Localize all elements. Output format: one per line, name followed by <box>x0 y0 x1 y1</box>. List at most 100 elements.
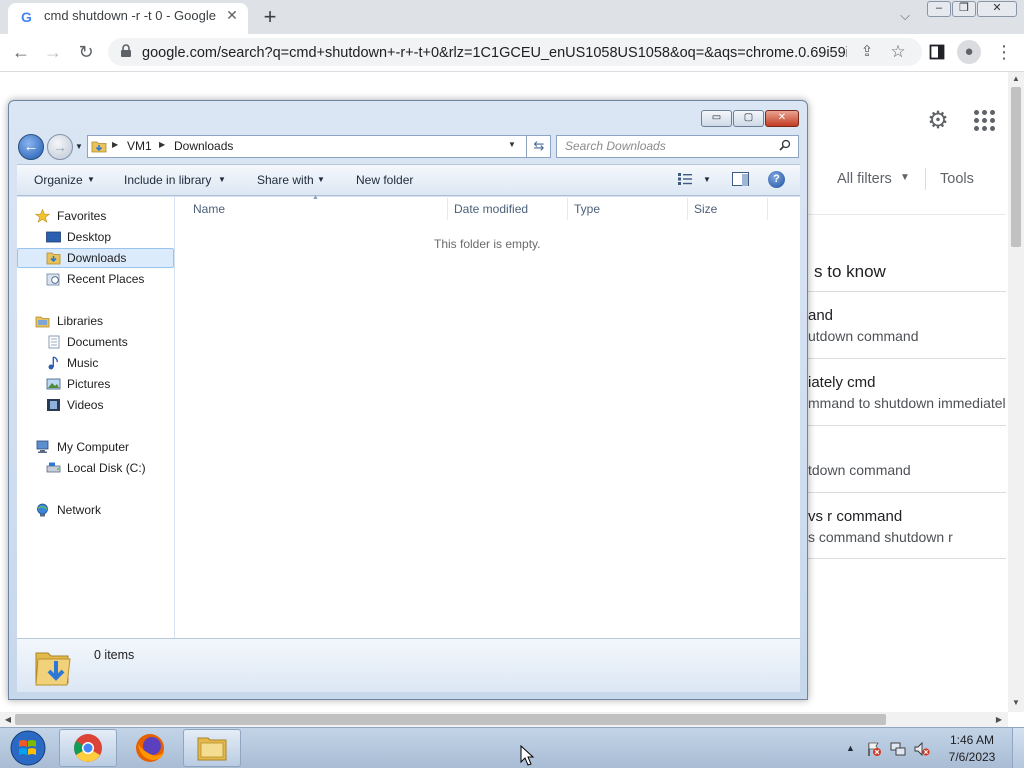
forward-arrow-icon[interactable]: → <box>42 41 64 63</box>
back-arrow-icon[interactable]: ← <box>18 134 44 160</box>
nav-my-computer[interactable]: My Computer <box>17 437 174 457</box>
result-title[interactable]: vs r command <box>808 507 902 526</box>
window-restore-button[interactable]: ❐ <box>952 1 976 17</box>
explorer-minimize-button[interactable]: ▭ <box>701 110 732 127</box>
breadcrumb-item[interactable]: VM1 <box>127 139 152 153</box>
apps-grid-icon[interactable] <box>972 108 998 134</box>
result-subtitle: tdown command <box>808 462 911 478</box>
caret-down-icon[interactable]: ▼ <box>703 175 711 184</box>
star-icon[interactable]: ☆ <box>887 41 909 63</box>
recent-pages-dropdown-icon[interactable]: ▼ <box>75 142 83 151</box>
column-header-size[interactable]: Size <box>694 202 717 216</box>
windows-explorer-icon[interactable] <box>183 729 241 767</box>
column-divider[interactable] <box>567 198 568 220</box>
organize-button[interactable]: Organize <box>34 173 83 187</box>
scroll-up-arrow-icon[interactable]: ▲ <box>1008 74 1024 84</box>
column-header-name[interactable]: Name <box>193 202 225 216</box>
action-center-flag-icon[interactable] <box>866 741 882 757</box>
chrome-icon[interactable] <box>59 729 117 767</box>
caret-down-icon: ▼ <box>317 175 325 184</box>
explorer-maximize-button[interactable]: ▢ <box>733 110 764 127</box>
caret-down-icon: ▼ <box>87 175 95 184</box>
nav-label: Videos <box>67 398 104 412</box>
videos-icon <box>46 398 61 412</box>
nav-label: Desktop <box>67 230 112 244</box>
column-header-type[interactable]: Type <box>574 202 600 216</box>
explorer-close-button[interactable]: ✕ <box>765 110 799 127</box>
scroll-left-arrow-icon[interactable]: ◀ <box>2 713 14 726</box>
breadcrumb-arrow-icon[interactable]: ▶ <box>112 140 118 149</box>
help-icon[interactable]: ? <box>768 171 785 188</box>
nav-libraries[interactable]: Libraries <box>17 311 174 331</box>
result-title[interactable]: iately cmd <box>808 373 876 392</box>
reload-icon[interactable]: ↻ <box>75 41 97 63</box>
nav-pictures[interactable]: Pictures <box>17 374 174 394</box>
chevron-down-icon[interactable]: ⌵ <box>895 8 915 26</box>
nav-label: Favorites <box>57 209 107 223</box>
profile-icon[interactable]: ● <box>957 40 981 64</box>
nav-documents[interactable]: Documents <box>17 332 174 352</box>
side-panel-icon[interactable] <box>926 41 948 63</box>
column-header-date-modified[interactable]: Date modified <box>454 202 528 216</box>
lock-icon[interactable] <box>120 44 132 58</box>
search-icon[interactable] <box>779 139 791 154</box>
clock-date[interactable]: 7/6/2023 <box>945 750 999 765</box>
clock-time[interactable]: 1:46 AM <box>947 733 997 748</box>
preview-pane-icon[interactable] <box>732 172 749 186</box>
pictures-icon <box>46 377 61 391</box>
drive-icon <box>46 461 61 475</box>
nav-videos[interactable]: Videos <box>17 395 174 415</box>
nav-label: Documents <box>67 335 128 349</box>
share-with-button[interactable]: Share with <box>257 173 314 187</box>
nav-local-disk[interactable]: Local Disk (C:) <box>17 458 174 478</box>
close-icon[interactable]: ✕ <box>224 7 240 23</box>
nav-favorites[interactable]: Favorites <box>17 206 174 226</box>
breadcrumb-item[interactable]: Downloads <box>174 139 233 153</box>
back-arrow-icon[interactable]: ← <box>10 41 32 63</box>
share-icon[interactable]: ⇪ <box>856 41 878 63</box>
forward-arrow-icon[interactable]: → <box>47 134 73 160</box>
search-placeholder[interactable]: Search Downloads <box>565 139 666 153</box>
nav-recent-places[interactable]: Recent Places <box>17 269 174 289</box>
window-minimize-button[interactable]: – <box>927 1 951 17</box>
google-g-icon: G <box>21 9 32 25</box>
horizontal-scrollbar-thumb[interactable] <box>15 714 886 725</box>
file-list[interactable] <box>175 197 800 638</box>
scroll-right-arrow-icon[interactable]: ▶ <box>993 713 1005 726</box>
kebab-menu-icon[interactable]: ⋮ <box>993 41 1015 63</box>
explorer-address-bar[interactable] <box>87 135 551 158</box>
views-icon[interactable] <box>677 172 693 186</box>
url-text[interactable]: google.com/search?q=cmd+shutdown+-r+-t+0… <box>142 44 847 62</box>
new-folder-button[interactable]: New folder <box>356 173 413 187</box>
nav-music[interactable]: Music <box>17 353 174 373</box>
include-in-library-button[interactable]: Include in library <box>124 173 211 187</box>
show-desktop-button[interactable] <box>1012 728 1024 768</box>
volume-muted-icon[interactable] <box>914 741 930 757</box>
result-title[interactable]: and <box>808 306 833 325</box>
window-close-button[interactable]: ✕ <box>977 1 1017 17</box>
show-hidden-icons-icon[interactable]: ▲ <box>846 743 855 753</box>
network-icon[interactable] <box>890 741 906 757</box>
divider <box>808 492 1006 493</box>
breadcrumb-arrow-icon[interactable]: ▶ <box>159 140 165 149</box>
gear-icon[interactable]: ⚙ <box>925 108 951 134</box>
vertical-scrollbar-thumb[interactable] <box>1011 87 1021 247</box>
nav-label: Network <box>57 503 102 517</box>
nav-network[interactable]: Network <box>17 500 174 520</box>
nav-downloads[interactable]: Downloads <box>17 248 174 268</box>
sort-ascending-icon: ▲ <box>312 194 319 201</box>
nav-desktop[interactable]: Desktop <box>17 227 174 247</box>
nav-label: Recent Places <box>67 272 145 286</box>
scroll-down-arrow-icon[interactable]: ▼ <box>1008 698 1024 708</box>
divider <box>808 425 1006 426</box>
plus-icon[interactable]: + <box>258 6 282 28</box>
column-divider[interactable] <box>687 198 688 220</box>
tools-button[interactable]: Tools <box>940 170 974 188</box>
windows-start-icon[interactable] <box>4 728 48 768</box>
column-divider[interactable] <box>447 198 448 220</box>
column-divider[interactable] <box>767 198 768 220</box>
firefox-icon[interactable] <box>121 729 179 767</box>
section-heading: s to know <box>814 262 886 281</box>
refresh-icon[interactable]: ⇆ <box>526 135 551 158</box>
address-dropdown-icon[interactable]: ▼ <box>508 140 516 149</box>
